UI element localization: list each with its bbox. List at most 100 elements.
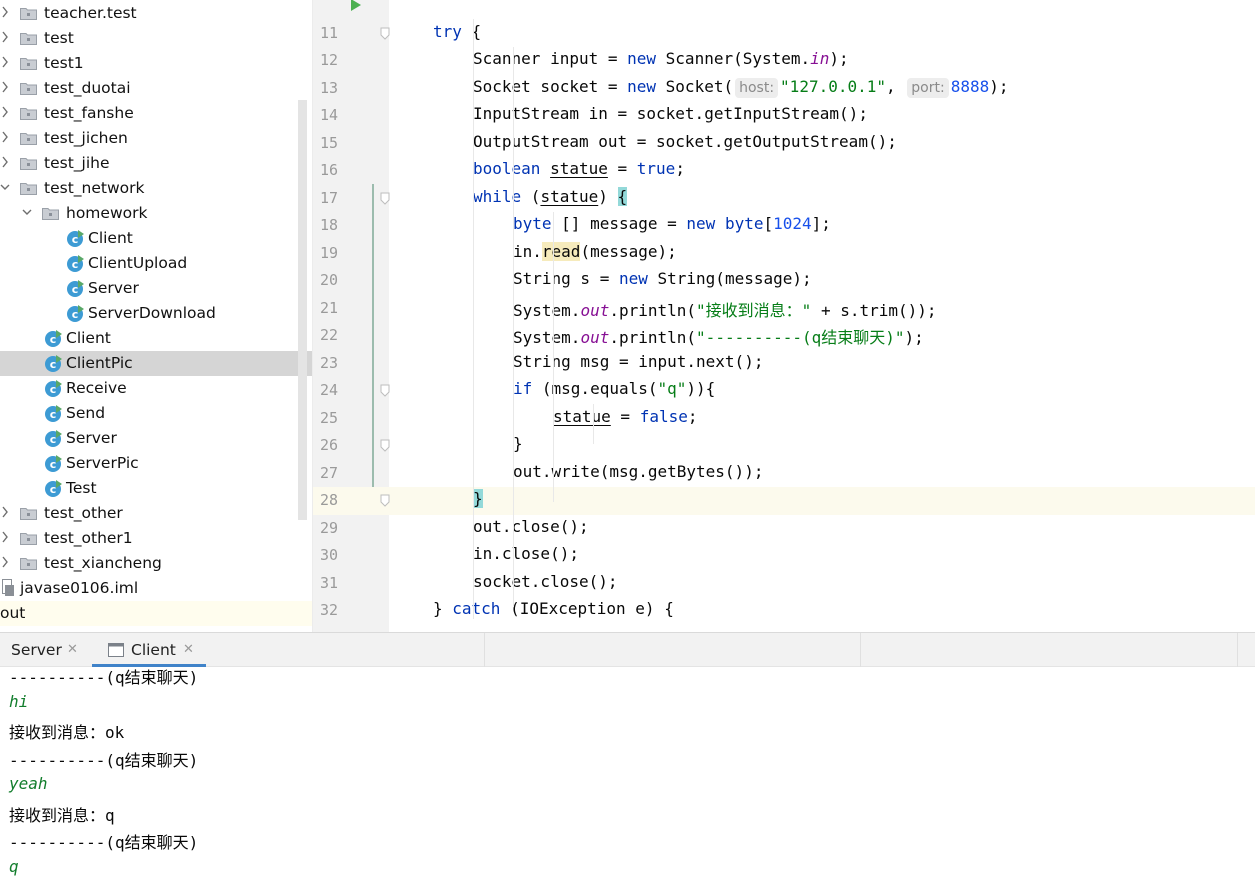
tree-item[interactable]: c Server bbox=[0, 426, 312, 451]
close-icon[interactable]: ✕ bbox=[67, 642, 78, 657]
tree-item[interactable]: c ServerPic bbox=[0, 451, 312, 476]
code-line[interactable]: 24 if (msg.equals("q")){ bbox=[313, 377, 1255, 405]
chevron-right-icon[interactable] bbox=[0, 30, 10, 44]
code-line[interactable]: 25 statue = false; bbox=[313, 405, 1255, 433]
code-token: out bbox=[580, 328, 610, 347]
run-tab[interactable]: Server ✕ bbox=[0, 633, 92, 667]
tree-item[interactable]: c ClientPic bbox=[0, 351, 312, 376]
tree-item[interactable]: c ServerDownload bbox=[0, 301, 312, 326]
tree-item[interactable]: out bbox=[0, 601, 312, 626]
code-line[interactable]: 32} catch (IOException e) { bbox=[313, 597, 1255, 625]
code-line[interactable]: 11 try { bbox=[313, 20, 1255, 48]
line-number: 27 bbox=[319, 463, 338, 482]
code-line[interactable]: 20 String s = new String(message); bbox=[313, 267, 1255, 295]
code-text: OutputStream out = socket.getOutputStrea… bbox=[473, 132, 897, 151]
chevron-right-icon[interactable] bbox=[0, 505, 10, 519]
code-token: Scanner input = bbox=[473, 49, 628, 68]
tree-item-label: ClientPic bbox=[66, 354, 133, 372]
line-number: 26 bbox=[319, 436, 338, 454]
chevron-right-icon[interactable] bbox=[0, 530, 10, 544]
code-line[interactable]: 14 InputStream in = socket.getInputStream… bbox=[313, 102, 1255, 130]
run-console[interactable]: ----------(q结束聊天) hi 接收到消息：ok ----------(q结… bbox=[0, 667, 1255, 880]
fold-marker-icon[interactable] bbox=[380, 439, 390, 452]
tree-item[interactable]: test_duotai bbox=[0, 76, 312, 101]
tree-item[interactable]: c Server bbox=[0, 276, 312, 301]
tree-scrollbar[interactable] bbox=[298, 100, 307, 520]
code-editor[interactable]: 11 try {12 Scanner input = new Scanner(Sys… bbox=[312, 0, 1255, 632]
project-tree: teacher.test test test1 test_duotai test_fan… bbox=[0, 0, 312, 632]
tree-item[interactable]: test_other1 bbox=[0, 526, 312, 551]
fold-marker-icon[interactable] bbox=[380, 494, 390, 507]
tree-item[interactable]: c Client bbox=[0, 326, 312, 351]
close-icon[interactable]: ✕ bbox=[183, 642, 194, 657]
tree-item[interactable]: c Client bbox=[0, 226, 312, 251]
tree-item[interactable]: test_jihe bbox=[0, 151, 312, 176]
tree-item[interactable]: c Send bbox=[0, 401, 312, 426]
code-token: "----------(q结束聊天)" bbox=[696, 328, 905, 347]
code-line[interactable]: 26} bbox=[313, 432, 1255, 460]
code-line[interactable]: 16 boolean statue = true; bbox=[313, 157, 1255, 185]
code-line[interactable]: 17 while (statue) { bbox=[313, 185, 1255, 213]
chevron-down-icon[interactable] bbox=[0, 180, 10, 194]
chevron-right-icon[interactable] bbox=[0, 555, 10, 569]
code-line[interactable]: 13 Socket socket = new Socket(host: "127.0… bbox=[313, 75, 1255, 103]
tree-item[interactable]: test_fanshe bbox=[0, 101, 312, 126]
tree-item[interactable]: homework bbox=[0, 201, 312, 226]
tree-item[interactable]: teacher.test bbox=[0, 1, 312, 26]
module-file-icon bbox=[2, 579, 14, 596]
run-tab[interactable]: Client ✕ bbox=[92, 633, 206, 667]
tree-item[interactable]: test_network bbox=[0, 176, 312, 201]
code-text: boolean statue = true; bbox=[473, 159, 685, 178]
code-line[interactable]: 21 System.out.println("接收到消息：" + s.trim()… bbox=[313, 295, 1255, 323]
tab-divider bbox=[484, 633, 485, 667]
chevron-right-icon[interactable] bbox=[0, 155, 10, 169]
chevron-right-icon[interactable] bbox=[0, 80, 10, 94]
code-line[interactable]: 30 in.close(); bbox=[313, 542, 1255, 570]
code-text: String s = new String(message); bbox=[513, 269, 812, 288]
indent-guide bbox=[473, 19, 474, 619]
chevron-right-icon[interactable] bbox=[0, 130, 10, 144]
tree-item[interactable]: test_xiancheng bbox=[0, 551, 312, 576]
fold-marker-icon[interactable] bbox=[380, 192, 390, 205]
code-token: ) bbox=[598, 186, 618, 206]
code-line[interactable]: 27 out.write(msg.getBytes()); bbox=[313, 460, 1255, 488]
java-class-icon: c bbox=[45, 380, 62, 397]
chevron-right-icon[interactable] bbox=[0, 55, 10, 69]
fold-marker-icon[interactable] bbox=[380, 384, 390, 397]
code-line[interactable]: 28} bbox=[313, 487, 1255, 515]
tree-item[interactable]: test_other bbox=[0, 501, 312, 526]
code-token: false bbox=[639, 406, 688, 426]
chevron-right-icon[interactable] bbox=[0, 5, 10, 19]
fold-marker-icon[interactable] bbox=[380, 27, 390, 40]
tree-item[interactable]: javase0106.iml bbox=[0, 576, 312, 601]
java-class-icon: c bbox=[45, 355, 62, 372]
tree-item[interactable]: test1 bbox=[0, 51, 312, 76]
tree-item[interactable]: c ClientUpload bbox=[0, 251, 312, 276]
code-token: = bbox=[610, 406, 640, 426]
code-token: System. bbox=[513, 300, 581, 320]
run-gutter-icon[interactable] bbox=[350, 0, 362, 13]
code-line[interactable]: 22 System.out.println("----------(q结束聊天)"… bbox=[313, 322, 1255, 350]
code-line[interactable]: 12 Scanner input = new Scanner(System.in)… bbox=[313, 47, 1255, 75]
run-tab-label: Client bbox=[131, 641, 176, 659]
tree-item-label: test_fanshe bbox=[44, 104, 134, 122]
code-line[interactable]: 29 out.close(); bbox=[313, 515, 1255, 543]
code-line[interactable]: 18 byte [] message = new byte[1024]; bbox=[313, 212, 1255, 240]
code-token: OutputStream out = socket.getOutputStrea… bbox=[473, 131, 897, 151]
line-number: 15 bbox=[319, 133, 338, 152]
chevron-down-icon[interactable] bbox=[22, 205, 32, 219]
chevron-right-icon[interactable] bbox=[0, 105, 10, 119]
code-line[interactable]: 15 OutputStream out = socket.getOutputStr… bbox=[313, 130, 1255, 158]
code-line[interactable]: 19 in.read(message); bbox=[313, 240, 1255, 268]
tree-item[interactable]: c Receive bbox=[0, 376, 312, 401]
parameter-hint: port: bbox=[907, 77, 949, 98]
tree-item[interactable]: test_jichen bbox=[0, 126, 312, 151]
tree-item[interactable]: c Test bbox=[0, 476, 312, 501]
tree-item[interactable]: test bbox=[0, 26, 312, 51]
code-token: Socket( bbox=[656, 76, 734, 96]
code-token: (IOException e) { bbox=[500, 599, 674, 618]
java-class-icon: c bbox=[45, 480, 62, 497]
svg-text:c: c bbox=[72, 308, 79, 321]
code-line[interactable]: 31 socket.close(); bbox=[313, 570, 1255, 598]
code-line[interactable]: 23 String msg = input.next(); bbox=[313, 350, 1255, 378]
